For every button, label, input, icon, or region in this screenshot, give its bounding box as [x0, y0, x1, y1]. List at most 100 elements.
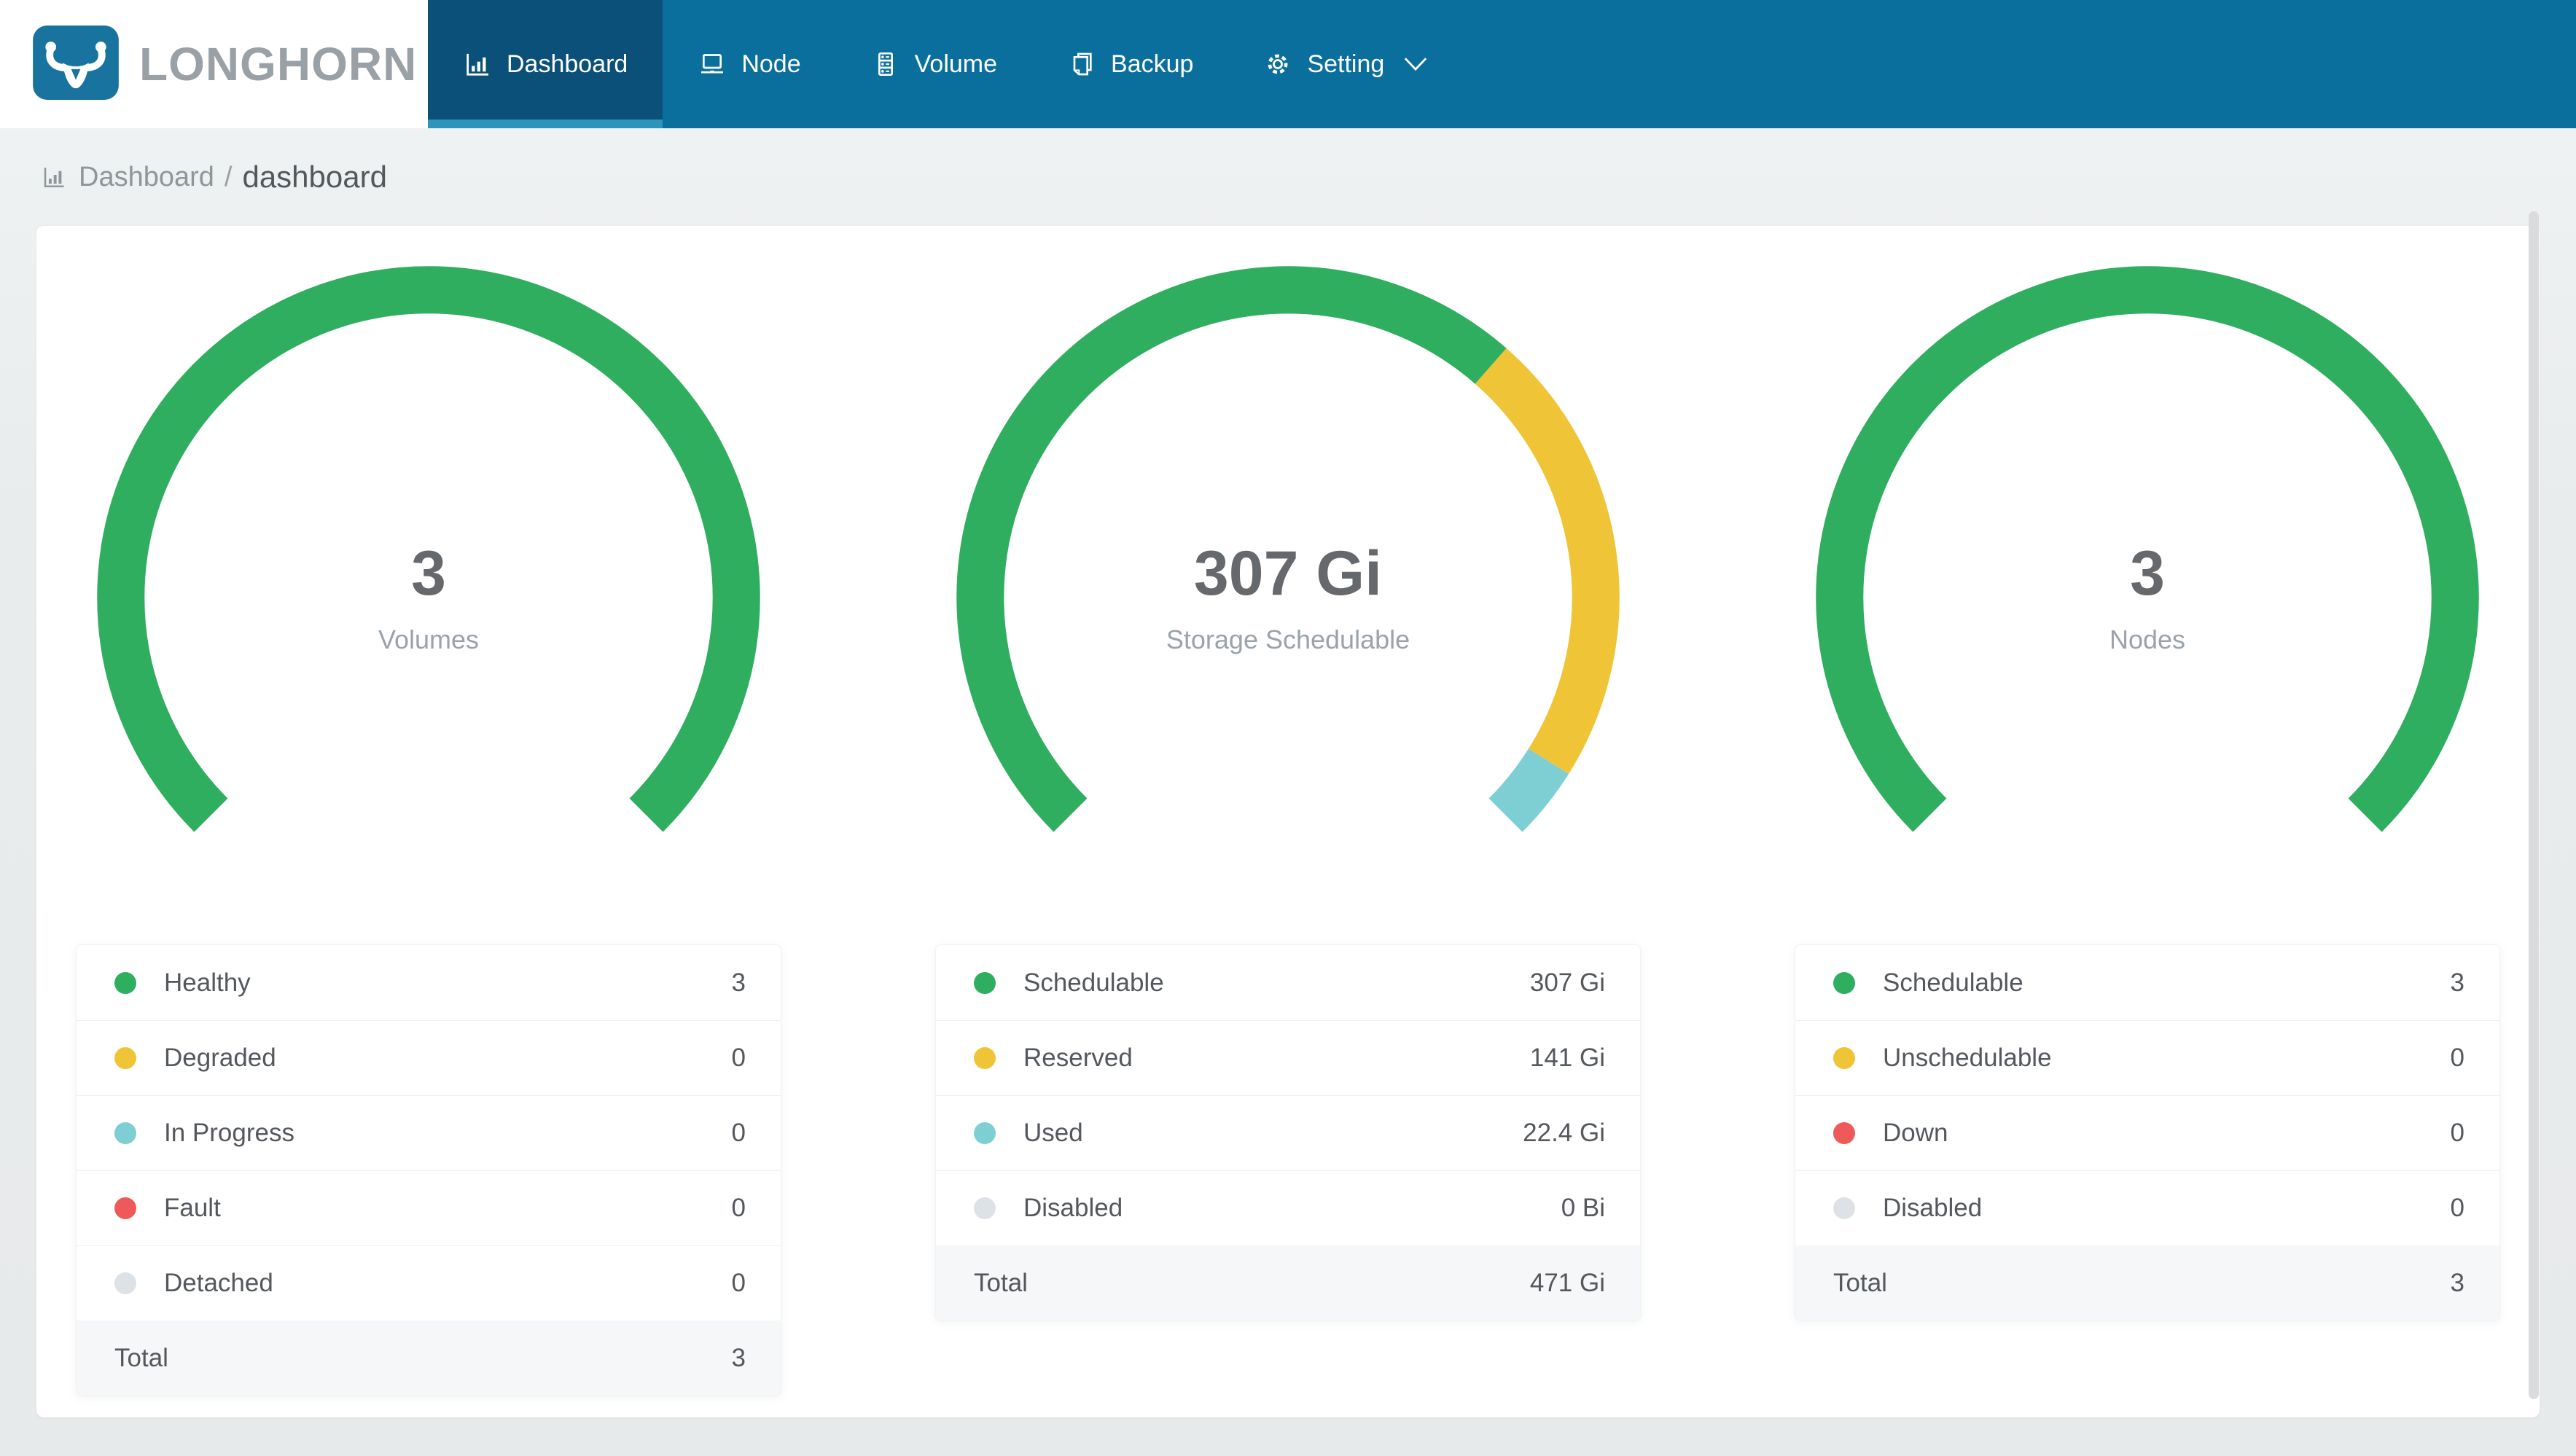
main-content: 3 Volumes Healthy 3 Degraded 0 In Progre… [0, 226, 2576, 1456]
legend-value: 0 [2450, 1044, 2464, 1072]
legend-total-row: Total 471 Gi [936, 1245, 1640, 1320]
legend-dot [114, 971, 136, 994]
brand-name: LONGHORN [139, 38, 418, 90]
breadcrumb: Dashboard / dashboard [0, 128, 2576, 226]
nav-item-label: Backup [1111, 50, 1194, 78]
storage-legend-table: Schedulable 307 Gi Reserved 141 Gi Used … [935, 944, 1641, 1321]
gauge-chart [97, 266, 760, 832]
legend-value: 307 Gi [1529, 968, 1605, 997]
legend-label: Fault [164, 1194, 221, 1222]
legend-label: Schedulable [1883, 968, 2023, 997]
nav-item-label: Node [741, 50, 801, 78]
legend-row: Fault 0 [77, 1170, 781, 1245]
legend-total-row: Total 3 [1795, 1245, 2499, 1320]
legend-total-value: 471 Gi [1529, 1268, 1605, 1297]
legend-row: Down 0 [1795, 1095, 2499, 1170]
legend-label: In Progress [164, 1119, 294, 1147]
dashboard-card: 3 Volumes Healthy 3 Degraded 0 In Progre… [36, 226, 2540, 1417]
legend-dot [974, 1047, 996, 1069]
gear-icon [1263, 50, 1292, 79]
legend-total-label: Total [1833, 1268, 1887, 1297]
legend-row: Degraded 0 [77, 1020, 781, 1095]
breadcrumb-section[interactable]: Dashboard [79, 162, 214, 193]
legend-value: 0 [731, 1194, 746, 1222]
vertical-scrollbar[interactable] [2529, 211, 2539, 1399]
legend-dot [114, 1122, 136, 1144]
legend-dot [1833, 1047, 1855, 1069]
legend-dot [974, 1122, 996, 1144]
legend-label: Disabled [1883, 1194, 1983, 1222]
nodes-gauge: 3 Nodes [1816, 266, 2479, 929]
nodes-legend-table: Schedulable 3 Unschedulable 0 Down 0 Dis… [1795, 944, 2500, 1321]
bar-chart-icon [463, 50, 492, 79]
legend-dot [114, 1272, 136, 1294]
legend-value: 0 [731, 1269, 746, 1297]
gauge-chart [956, 266, 1620, 832]
nav-item-setting[interactable]: Setting [1228, 0, 1463, 128]
legend-row: Used 22.4 Gi [936, 1095, 1640, 1170]
server-icon [871, 50, 900, 79]
legend-label: Schedulable [1023, 968, 1164, 997]
legend-dot [114, 1197, 136, 1219]
gauge-panels: 3 Volumes Healthy 3 Degraded 0 In Progre… [36, 226, 2540, 1396]
chevron-down-icon [1403, 57, 1428, 71]
nav-item-label: Setting [1307, 50, 1385, 78]
legend-value: 0 [2450, 1119, 2464, 1147]
breadcrumb-separator: / [224, 161, 233, 192]
longhorn-bull-icon [33, 25, 119, 103]
legend-row: Detached 0 [77, 1245, 781, 1320]
top-nav: LONGHORN Dashboard Node Volume Backup Se… [0, 0, 2576, 128]
laptop-icon [698, 50, 727, 79]
legend-total-label: Total [114, 1343, 168, 1372]
legend-row: Reserved 141 Gi [936, 1020, 1640, 1095]
panel-storage: 307 Gi Storage Schedulable Schedulable 3… [935, 226, 1641, 1396]
legend-dot [114, 1047, 136, 1069]
legend-label: Unschedulable [1883, 1044, 2052, 1072]
legend-row: Disabled 0 [1795, 1170, 2499, 1245]
legend-label: Disabled [1023, 1194, 1123, 1222]
nav-item-volume[interactable]: Volume [836, 0, 1032, 128]
bar-chart-icon [41, 164, 67, 190]
legend-total-value: 3 [2450, 1268, 2464, 1297]
logo[interactable]: LONGHORN [0, 0, 428, 128]
legend-row: Unschedulable 0 [1795, 1020, 2499, 1095]
legend-row: Disabled 0 Bi [936, 1170, 1640, 1245]
legend-label: Degraded [164, 1044, 276, 1072]
legend-total-label: Total [974, 1268, 1028, 1297]
legend-label: Used [1023, 1119, 1083, 1147]
nav-item-backup[interactable]: Backup [1032, 0, 1228, 128]
breadcrumb-page: dashboard [242, 160, 387, 194]
legend-dot [1833, 971, 1855, 994]
panel-volumes: 3 Volumes Healthy 3 Degraded 0 In Progre… [76, 226, 781, 1396]
legend-dot [1833, 1122, 1855, 1144]
legend-dot [974, 1197, 996, 1219]
nav-item-dashboard[interactable]: Dashboard [428, 0, 663, 128]
copy-icon [1067, 50, 1096, 79]
legend-row: Schedulable 307 Gi [936, 945, 1640, 1020]
legend-dot [1833, 1197, 1855, 1219]
nav-item-label: Dashboard [507, 50, 628, 78]
legend-total-value: 3 [731, 1343, 746, 1372]
legend-label: Down [1883, 1119, 1948, 1147]
legend-row: Schedulable 3 [1795, 945, 2499, 1020]
nav-item-label: Volume [914, 50, 998, 78]
legend-value: 0 [731, 1119, 746, 1147]
legend-row: Healthy 3 [77, 945, 781, 1020]
volumes-gauge: 3 Volumes [97, 266, 760, 929]
legend-label: Detached [164, 1269, 273, 1297]
legend-value: 3 [731, 968, 746, 997]
legend-value: 0 Bi [1561, 1194, 1605, 1222]
panel-nodes: 3 Nodes Schedulable 3 Unschedulable 0 Do… [1795, 226, 2500, 1396]
legend-dot [974, 971, 996, 994]
legend-value: 0 [731, 1044, 746, 1072]
legend-label: Healthy [164, 968, 251, 997]
legend-total-row: Total 3 [77, 1320, 781, 1396]
gauge-chart [1816, 266, 2479, 832]
legend-value: 3 [2450, 968, 2464, 997]
legend-value: 0 [2450, 1194, 2464, 1222]
legend-value: 22.4 Gi [1523, 1119, 1605, 1147]
legend-value: 141 Gi [1529, 1044, 1605, 1072]
legend-row: In Progress 0 [77, 1095, 781, 1170]
volumes-legend-table: Healthy 3 Degraded 0 In Progress 0 Fault… [76, 944, 781, 1396]
nav-item-node[interactable]: Node [663, 0, 835, 128]
